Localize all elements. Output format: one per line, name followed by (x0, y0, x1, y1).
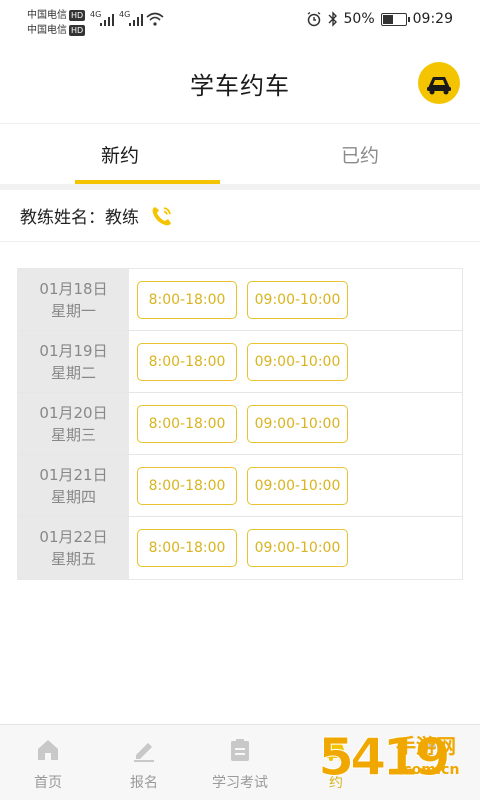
nav-item-home[interactable]: 首页 (0, 725, 96, 800)
user-icon (419, 737, 445, 763)
date-label: 01月18日 (39, 279, 108, 298)
slot-list: 8:00-18:00 09:00-10:00 (129, 517, 462, 579)
car-wheel-button[interactable] (418, 62, 460, 104)
table-row: 01月19日 星期二 8:00-18:00 09:00-10:00 (18, 331, 462, 393)
time-slot-button[interactable]: 09:00-10:00 (247, 466, 348, 505)
slot-list: 8:00-18:00 09:00-10:00 (129, 455, 462, 516)
battery-icon (380, 12, 410, 26)
date-cell: 01月20日 星期三 (18, 393, 129, 454)
table-row: 01月21日 星期四 8:00-18:00 09:00-10:00 (18, 455, 462, 517)
bluetooth-icon (328, 11, 337, 27)
coach-row: 教练姓名： 教练 (0, 190, 480, 242)
weekday-label: 星期四 (50, 487, 96, 506)
edit-icon (131, 737, 157, 763)
time-slot-button[interactable]: 09:00-10:00 (247, 404, 348, 443)
date-label: 01月19日 (39, 341, 108, 360)
carrier-1: 中国电信 HD (27, 6, 86, 21)
weekday-label: 星期一 (50, 301, 96, 320)
weekday-label: 星期三 (50, 425, 96, 444)
date-cell: 01月18日 星期一 (18, 269, 129, 330)
coach-label: 教练姓名： (20, 208, 105, 228)
date-label: 01月22日 (39, 528, 108, 546)
tab-new-booking[interactable]: 新约 (0, 124, 240, 184)
clipboard-icon (227, 737, 253, 763)
nav-label: 报名 (130, 775, 158, 791)
signal-icon-2 (129, 14, 143, 26)
carrier-2: 中国电信 HD (27, 21, 86, 36)
slot-list: 8:00-18:00 09:00-10:00 (129, 269, 462, 330)
tab-bar: 新约 已约 (0, 124, 480, 184)
nav-label: 学习考试 (212, 775, 268, 791)
hd-badge-1: HD (69, 10, 86, 21)
status-right: 50% 09:29 (306, 11, 453, 27)
phone-icon[interactable] (149, 203, 175, 229)
nav-item-booking[interactable]: 约 (288, 725, 384, 800)
slot-list: 8:00-18:00 09:00-10:00 (129, 331, 462, 392)
coach-name: 教练 (105, 208, 139, 228)
carrier-1-label: 中国电信 (27, 10, 67, 21)
date-cell: 01月21日 星期四 (18, 455, 129, 516)
bottom-nav: 首页 报名 学习考试 约 (0, 724, 480, 800)
hd-badge-2: HD (69, 25, 86, 36)
nav-item-study[interactable]: 学习考试 (192, 725, 288, 800)
table-row: 01月18日 星期一 8:00-18:00 09:00-10:00 (18, 269, 462, 331)
status-bar: 中国电信 HD 中国电信 HD 4G 4G 50% 09:29 (0, 0, 480, 40)
weekday-label: 星期五 (50, 550, 96, 568)
time-slot-button[interactable]: 09:00-10:00 (247, 280, 348, 319)
battery-fill (382, 14, 393, 24)
slot-list: 8:00-18:00 09:00-10:00 (129, 393, 462, 454)
schedule-table: 01月18日 星期一 8:00-18:00 09:00-10:00 01月19日… (17, 268, 463, 580)
time-slot-button[interactable]: 09:00-10:00 (247, 342, 348, 381)
home-icon (35, 737, 61, 763)
time-slot-button[interactable]: 8:00-18:00 (137, 404, 237, 443)
table-row: 01月22日 星期五 8:00-18:00 09:00-10:00 (18, 517, 462, 579)
date-label: 01月21日 (39, 465, 108, 484)
carrier-2-label: 中国电信 (27, 25, 67, 36)
time-slot-button[interactable]: 09:00-10:00 (247, 529, 348, 567)
car-icon (323, 737, 349, 763)
page-title: 学车约车 (190, 72, 290, 100)
table-row: 01月20日 星期三 8:00-18:00 09:00-10:00 (18, 393, 462, 455)
status-time: 09:29 (412, 11, 453, 27)
time-slot-button[interactable]: 8:00-18:00 (137, 280, 237, 319)
time-slot-button[interactable]: 8:00-18:00 (137, 342, 237, 381)
time-slot-button[interactable]: 8:00-18:00 (137, 466, 237, 505)
header: 学车约车 (0, 40, 480, 124)
battery-percent: 50% (343, 11, 375, 27)
signal-icon-1 (100, 14, 114, 26)
tab-booked[interactable]: 已约 (240, 124, 480, 184)
weekday-label: 星期二 (50, 363, 96, 382)
time-slot-button[interactable]: 8:00-18:00 (137, 529, 237, 567)
date-label: 01月20日 (39, 403, 108, 422)
nav-item-signup[interactable]: 报名 (96, 725, 192, 800)
nav-label: 首页 (34, 775, 62, 791)
wifi-icon (146, 12, 164, 26)
date-cell: 01月22日 星期五 (18, 517, 129, 579)
nav-label: 约 (329, 775, 343, 791)
nav-item-profile[interactable] (384, 725, 480, 800)
car-wheel-icon (427, 77, 451, 95)
date-cell: 01月19日 星期二 (18, 331, 129, 392)
alarm-icon (307, 11, 320, 27)
